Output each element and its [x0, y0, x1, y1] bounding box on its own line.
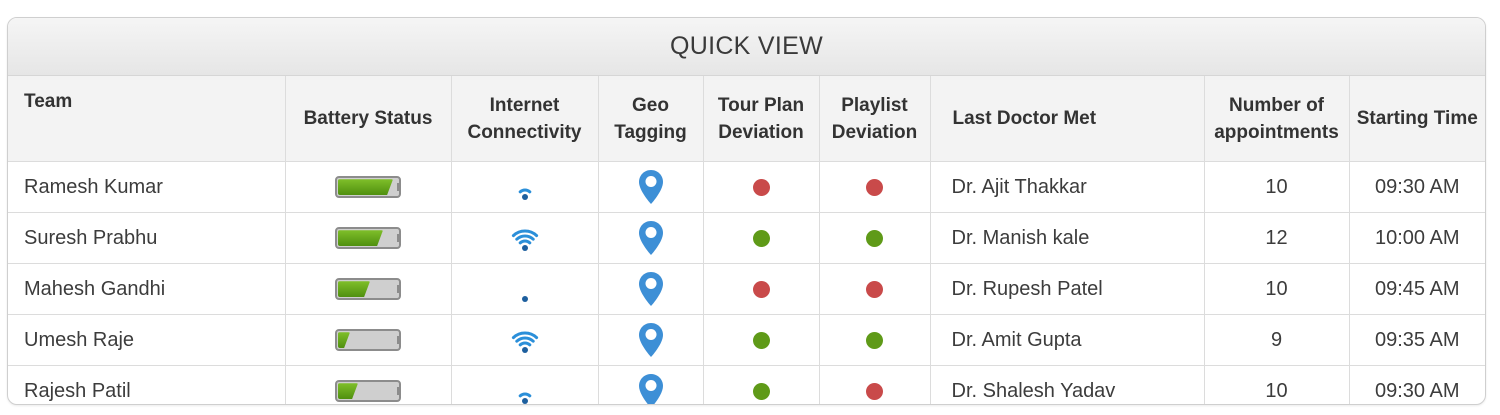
wifi-icon [511, 229, 538, 251]
appointments-count-cell: 10 [1204, 365, 1350, 404]
last-doctor-met-cell: Dr. Rupesh Patel [930, 263, 1205, 315]
table-header-row: Team Battery Status Internet Connectivit… [8, 76, 1485, 162]
map-pin-icon[interactable] [638, 322, 664, 358]
internet-connectivity-cell [451, 212, 599, 264]
tour-plan-deviation-cell [703, 161, 820, 213]
last-doctor-met-cell: Dr. Shalesh Yadav [930, 365, 1205, 404]
map-pin-icon[interactable] [638, 373, 664, 405]
playlist-deviation-cell [819, 212, 931, 264]
status-dot-green [866, 331, 883, 349]
status-dot-red [866, 280, 883, 298]
battery-level-fill [338, 179, 393, 195]
last-doctor-met-cell: Dr. Amit Gupta [930, 314, 1205, 366]
table-row[interactable]: Rajesh Patil Dr. Shalesh Yadav 10 09:30 AM [8, 365, 1485, 405]
internet-connectivity-cell [451, 365, 599, 404]
status-dot-green [752, 331, 770, 349]
starting-time-cell: 09:30 AM [1349, 161, 1485, 213]
quick-view-panel: QUICK VIEW Team Battery Status Internet … [7, 17, 1486, 405]
quick-view-table: Team Battery Status Internet Connectivit… [8, 76, 1485, 405]
team-name-cell: Mahesh Gandhi [8, 263, 286, 315]
header-last-doctor-met[interactable]: Last Doctor Met [930, 76, 1205, 162]
geo-tagging-cell [598, 161, 704, 213]
last-doctor-met-cell: Dr. Manish kale [930, 212, 1205, 264]
geo-tagging-cell [598, 263, 704, 315]
geo-tagging-cell [598, 212, 704, 264]
header-playlist-deviation[interactable]: Playlist Deviation [819, 76, 931, 162]
table-row[interactable]: Suresh Prabhu Dr. Manish kale 12 10:00 AM [8, 212, 1485, 264]
table-row[interactable]: Ramesh Kumar Dr. Ajit Thakkar 10 09:30 AM [8, 161, 1485, 213]
status-dot-red [866, 382, 883, 400]
map-pin-icon[interactable] [638, 169, 664, 205]
geo-tagging-cell [598, 314, 704, 366]
wifi-icon [511, 331, 538, 353]
starting-time-cell: 09:45 AM [1349, 263, 1485, 315]
starting-time-cell: 09:30 AM [1349, 365, 1485, 404]
status-dot-green [752, 382, 770, 400]
battery-status-cell [285, 314, 452, 366]
header-number-of-appointments[interactable]: Number of appointments [1204, 76, 1350, 162]
battery-status-cell [285, 365, 452, 404]
header-team[interactable]: Team [8, 76, 286, 162]
battery-icon [335, 278, 401, 301]
appointments-count-cell: 10 [1204, 161, 1350, 213]
tour-plan-deviation-cell [703, 263, 820, 315]
playlist-deviation-cell [819, 365, 931, 404]
wifi-icon [521, 296, 528, 302]
starting-time-cell: 09:35 AM [1349, 314, 1485, 366]
battery-icon [335, 176, 401, 199]
appointments-count-cell: 10 [1204, 263, 1350, 315]
battery-icon [335, 380, 401, 403]
header-geo-tagging[interactable]: Geo Tagging [598, 76, 704, 162]
battery-level-fill [338, 230, 383, 246]
internet-connectivity-cell [451, 263, 599, 315]
playlist-deviation-cell [819, 161, 931, 213]
battery-status-cell [285, 161, 452, 213]
geo-tagging-cell [598, 365, 704, 405]
playlist-deviation-cell [819, 314, 931, 366]
team-name-cell: Umesh Raje [8, 314, 286, 366]
status-dot-green [866, 229, 883, 247]
tour-plan-deviation-cell [703, 314, 820, 366]
team-name-cell: Rajesh Patil [8, 365, 286, 404]
map-pin-icon[interactable] [638, 220, 664, 256]
wifi-icon [518, 188, 531, 200]
battery-status-cell [285, 212, 452, 264]
table-row[interactable]: Umesh Raje Dr. Amit Gupta 9 09:35 AM [8, 314, 1485, 366]
status-dot-red [752, 280, 770, 298]
tour-plan-deviation-cell [703, 365, 820, 404]
team-name-cell: Ramesh Kumar [8, 161, 286, 213]
status-dot-red [752, 178, 770, 196]
internet-connectivity-cell [451, 161, 599, 213]
status-dot-green [752, 229, 770, 247]
panel-title: QUICK VIEW [8, 18, 1485, 76]
last-doctor-met-cell: Dr. Ajit Thakkar [930, 161, 1205, 213]
table-row[interactable]: Mahesh Gandhi Dr. Rupesh Patel 10 09:45 AM [8, 263, 1485, 315]
battery-icon [335, 329, 401, 352]
header-battery-status[interactable]: Battery Status [285, 76, 452, 162]
map-pin-icon[interactable] [638, 271, 664, 307]
tour-plan-deviation-cell [703, 212, 820, 264]
team-name-cell: Suresh Prabhu [8, 212, 286, 264]
status-dot-red [866, 178, 883, 196]
header-internet-connectivity[interactable]: Internet Connectivity [451, 76, 599, 162]
internet-connectivity-cell [451, 314, 599, 366]
appointments-count-cell: 9 [1204, 314, 1350, 366]
wifi-icon [518, 392, 531, 404]
playlist-deviation-cell [819, 263, 931, 315]
appointments-count-cell: 12 [1204, 212, 1350, 264]
header-tour-plan-deviation[interactable]: Tour Plan Deviation [703, 76, 820, 162]
header-starting-time[interactable]: Starting Time [1349, 76, 1485, 162]
battery-icon [335, 227, 401, 250]
starting-time-cell: 10:00 AM [1349, 212, 1485, 264]
battery-status-cell [285, 263, 452, 315]
